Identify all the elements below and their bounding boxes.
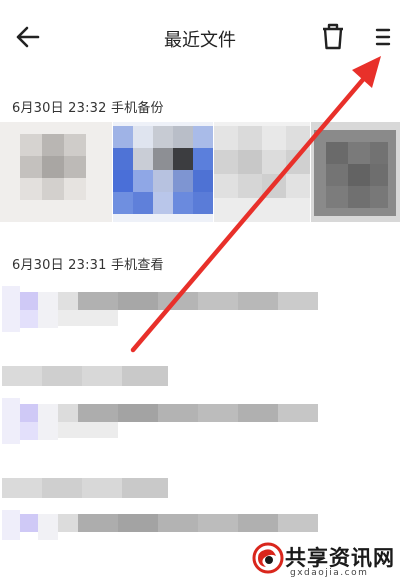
menu-button[interactable] — [366, 18, 400, 56]
group-label: 6月30日 23:31 手机查看 — [12, 258, 164, 273]
list-item[interactable] — [2, 286, 318, 332]
trash-icon — [323, 23, 343, 50]
watermark: 共享资讯网 gxdaojia.com — [250, 538, 400, 582]
list-item[interactable] — [2, 510, 318, 540]
watermark-logo-icon — [252, 542, 284, 574]
list-item[interactable] — [2, 398, 318, 444]
file-list — [2, 286, 318, 540]
group-label: 6月30日 23:32 手机备份 — [12, 101, 164, 116]
menu-icon — [375, 28, 391, 46]
backup-thumbnails[interactable] — [0, 122, 400, 222]
delete-button[interactable] — [316, 18, 350, 56]
top-bar: 最近文件 — [0, 0, 400, 80]
watermark-subtext: gxdaojia.com — [290, 568, 369, 578]
